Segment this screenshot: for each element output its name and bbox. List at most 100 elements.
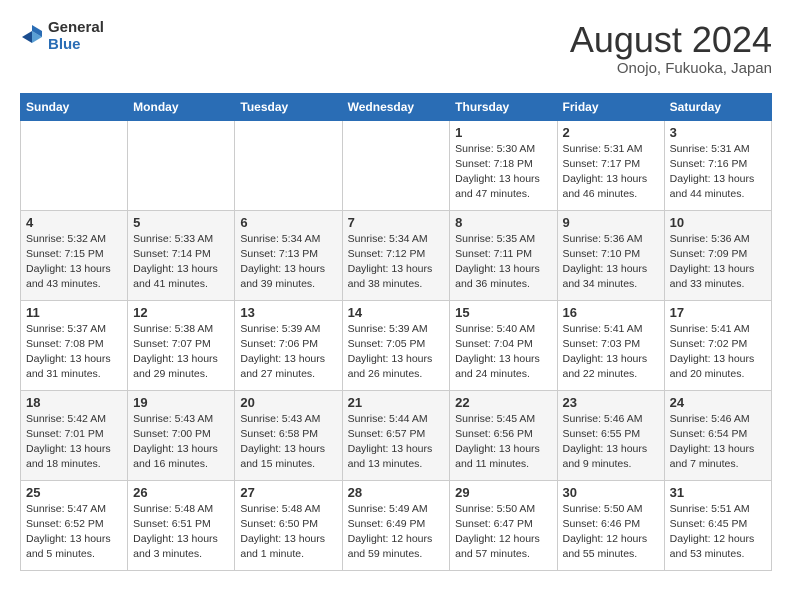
day-info: Sunrise: 5:34 AMSunset: 7:13 PMDaylight:… bbox=[240, 232, 336, 293]
day-number: 8 bbox=[455, 215, 551, 230]
calendar-cell: 20 Sunrise: 5:43 AMSunset: 6:58 PMDayligh… bbox=[235, 390, 342, 480]
day-number: 20 bbox=[240, 395, 336, 410]
calendar-cell: 26 Sunrise: 5:48 AMSunset: 6:51 PMDayligh… bbox=[128, 480, 235, 570]
calendar-week-row: 18 Sunrise: 5:42 AMSunset: 7:01 PMDayligh… bbox=[21, 390, 772, 480]
day-info: Sunrise: 5:40 AMSunset: 7:04 PMDaylight:… bbox=[455, 322, 551, 383]
calendar-cell: 30Sunrise: 5:50 AMSunset: 6:46 PMDayligh… bbox=[557, 480, 664, 570]
page-header: General Blue August 2024 Onojo, Fukuoka,… bbox=[20, 20, 772, 77]
calendar-week-row: 11 Sunrise: 5:37 AMSunset: 7:08 PMDayligh… bbox=[21, 300, 772, 390]
calendar-cell: 16Sunrise: 5:41 AMSunset: 7:03 PMDayligh… bbox=[557, 300, 664, 390]
day-number: 17 bbox=[670, 305, 766, 320]
day-info: Sunrise: 5:39 AMSunset: 7:05 PMDaylight:… bbox=[348, 322, 445, 383]
day-number: 12 bbox=[133, 305, 229, 320]
calendar-cell: 13Sunrise: 5:39 AMSunset: 7:06 PMDayligh… bbox=[235, 300, 342, 390]
weekday-header-saturday: Saturday bbox=[664, 93, 771, 120]
calendar-cell: 21 Sunrise: 5:44 AMSunset: 6:57 PMDayligh… bbox=[342, 390, 450, 480]
day-info: Sunrise: 5:36 AMSunset: 7:10 PMDaylight:… bbox=[563, 232, 659, 293]
logo: General Blue bbox=[20, 20, 104, 53]
day-number: 21 bbox=[348, 395, 445, 410]
weekday-header-thursday: Thursday bbox=[450, 93, 557, 120]
day-info: Sunrise: 5:43 AMSunset: 6:58 PMDaylight:… bbox=[240, 412, 336, 473]
calendar-cell: 9 Sunrise: 5:36 AMSunset: 7:10 PMDaylight… bbox=[557, 210, 664, 300]
calendar-cell: 18 Sunrise: 5:42 AMSunset: 7:01 PMDayligh… bbox=[21, 390, 128, 480]
calendar-cell bbox=[128, 120, 235, 210]
day-number: 10 bbox=[670, 215, 766, 230]
calendar-cell: 2 Sunrise: 5:31 AMSunset: 7:17 PMDaylight… bbox=[557, 120, 664, 210]
day-info: Sunrise: 5:51 AMSunset: 6:45 PMDaylight:… bbox=[670, 502, 766, 563]
day-number: 27 bbox=[240, 485, 336, 500]
calendar-cell: 7 Sunrise: 5:34 AMSunset: 7:12 PMDaylight… bbox=[342, 210, 450, 300]
day-info: Sunrise: 5:44 AMSunset: 6:57 PMDaylight:… bbox=[348, 412, 445, 473]
weekday-header-tuesday: Tuesday bbox=[235, 93, 342, 120]
day-number: 6 bbox=[240, 215, 336, 230]
day-info: Sunrise: 5:50 AMSunset: 6:46 PMDaylight:… bbox=[563, 502, 659, 563]
day-info: Sunrise: 5:34 AMSunset: 7:12 PMDaylight:… bbox=[348, 232, 445, 293]
day-number: 31 bbox=[670, 485, 766, 500]
day-info: Sunrise: 5:33 AMSunset: 7:14 PMDaylight:… bbox=[133, 232, 229, 293]
calendar-cell: 12 Sunrise: 5:38 AMSunset: 7:07 PMDayligh… bbox=[128, 300, 235, 390]
day-number: 9 bbox=[563, 215, 659, 230]
calendar-cell: 24 Sunrise: 5:46 AMSunset: 6:54 PMDayligh… bbox=[664, 390, 771, 480]
weekday-header-monday: Monday bbox=[128, 93, 235, 120]
weekday-header-sunday: Sunday bbox=[21, 93, 128, 120]
calendar-cell: 14 Sunrise: 5:39 AMSunset: 7:05 PMDayligh… bbox=[342, 300, 450, 390]
weekday-header-friday: Friday bbox=[557, 93, 664, 120]
calendar-cell: 1Sunrise: 5:30 AMSunset: 7:18 PMDaylight… bbox=[450, 120, 557, 210]
weekday-header-row: SundayMondayTuesdayWednesdayThursdayFrid… bbox=[21, 93, 772, 120]
day-number: 29 bbox=[455, 485, 551, 500]
calendar-cell: 15 Sunrise: 5:40 AMSunset: 7:04 PMDayligh… bbox=[450, 300, 557, 390]
day-info: Sunrise: 5:49 AMSunset: 6:49 PMDaylight:… bbox=[348, 502, 445, 563]
day-number: 14 bbox=[348, 305, 445, 320]
calendar-cell: 19Sunrise: 5:43 AMSunset: 7:00 PMDayligh… bbox=[128, 390, 235, 480]
day-number: 24 bbox=[670, 395, 766, 410]
day-info: Sunrise: 5:45 AMSunset: 6:56 PMDaylight:… bbox=[455, 412, 551, 473]
day-number: 18 bbox=[26, 395, 122, 410]
day-number: 26 bbox=[133, 485, 229, 500]
logo-icon bbox=[20, 23, 44, 51]
day-info: Sunrise: 5:46 AMSunset: 6:54 PMDaylight:… bbox=[670, 412, 766, 473]
calendar-cell: 23 Sunrise: 5:46 AMSunset: 6:55 PMDayligh… bbox=[557, 390, 664, 480]
calendar-cell: 8Sunrise: 5:35 AMSunset: 7:11 PMDaylight… bbox=[450, 210, 557, 300]
day-number: 28 bbox=[348, 485, 445, 500]
location-subtitle: Onojo, Fukuoka, Japan bbox=[570, 60, 772, 77]
calendar-cell: 11 Sunrise: 5:37 AMSunset: 7:08 PMDayligh… bbox=[21, 300, 128, 390]
calendar-cell: 22Sunrise: 5:45 AMSunset: 6:56 PMDayligh… bbox=[450, 390, 557, 480]
day-number: 5 bbox=[133, 215, 229, 230]
day-info: Sunrise: 5:48 AMSunset: 6:50 PMDaylight:… bbox=[240, 502, 336, 563]
day-info: Sunrise: 5:38 AMSunset: 7:07 PMDaylight:… bbox=[133, 322, 229, 383]
day-info: Sunrise: 5:31 AMSunset: 7:16 PMDaylight:… bbox=[670, 142, 766, 203]
day-info: Sunrise: 5:42 AMSunset: 7:01 PMDaylight:… bbox=[26, 412, 122, 473]
day-info: Sunrise: 5:50 AMSunset: 6:47 PMDaylight:… bbox=[455, 502, 551, 563]
calendar-header: SundayMondayTuesdayWednesdayThursdayFrid… bbox=[21, 93, 772, 120]
day-number: 2 bbox=[563, 125, 659, 140]
day-info: Sunrise: 5:47 AMSunset: 6:52 PMDaylight:… bbox=[26, 502, 122, 563]
weekday-header-wednesday: Wednesday bbox=[342, 93, 450, 120]
day-info: Sunrise: 5:41 AMSunset: 7:03 PMDaylight:… bbox=[563, 322, 659, 383]
calendar-cell bbox=[342, 120, 450, 210]
day-info: Sunrise: 5:31 AMSunset: 7:17 PMDaylight:… bbox=[563, 142, 659, 203]
calendar-cell: 4 Sunrise: 5:32 AMSunset: 7:15 PMDaylight… bbox=[21, 210, 128, 300]
calendar-cell: 28 Sunrise: 5:49 AMSunset: 6:49 PMDayligh… bbox=[342, 480, 450, 570]
calendar-cell bbox=[235, 120, 342, 210]
day-info: Sunrise: 5:41 AMSunset: 7:02 PMDaylight:… bbox=[670, 322, 766, 383]
day-info: Sunrise: 5:48 AMSunset: 6:51 PMDaylight:… bbox=[133, 502, 229, 563]
day-number: 4 bbox=[26, 215, 122, 230]
logo-text: General Blue bbox=[48, 20, 104, 53]
calendar-cell: 31 Sunrise: 5:51 AMSunset: 6:45 PMDayligh… bbox=[664, 480, 771, 570]
day-number: 11 bbox=[26, 305, 122, 320]
day-number: 23 bbox=[563, 395, 659, 410]
day-number: 15 bbox=[455, 305, 551, 320]
calendar-week-row: 25Sunrise: 5:47 AMSunset: 6:52 PMDayligh… bbox=[21, 480, 772, 570]
day-info: Sunrise: 5:46 AMSunset: 6:55 PMDaylight:… bbox=[563, 412, 659, 473]
day-number: 7 bbox=[348, 215, 445, 230]
day-info: Sunrise: 5:37 AMSunset: 7:08 PMDaylight:… bbox=[26, 322, 122, 383]
calendar-cell: 25Sunrise: 5:47 AMSunset: 6:52 PMDayligh… bbox=[21, 480, 128, 570]
logo-blue-text: Blue bbox=[48, 37, 104, 54]
calendar-week-row: 1Sunrise: 5:30 AMSunset: 7:18 PMDaylight… bbox=[21, 120, 772, 210]
day-number: 1 bbox=[455, 125, 551, 140]
title-block: August 2024 Onojo, Fukuoka, Japan bbox=[570, 20, 772, 77]
calendar-cell: 5 Sunrise: 5:33 AMSunset: 7:14 PMDaylight… bbox=[128, 210, 235, 300]
day-number: 13 bbox=[240, 305, 336, 320]
calendar-cell: 17 Sunrise: 5:41 AMSunset: 7:02 PMDayligh… bbox=[664, 300, 771, 390]
day-info: Sunrise: 5:32 AMSunset: 7:15 PMDaylight:… bbox=[26, 232, 122, 293]
